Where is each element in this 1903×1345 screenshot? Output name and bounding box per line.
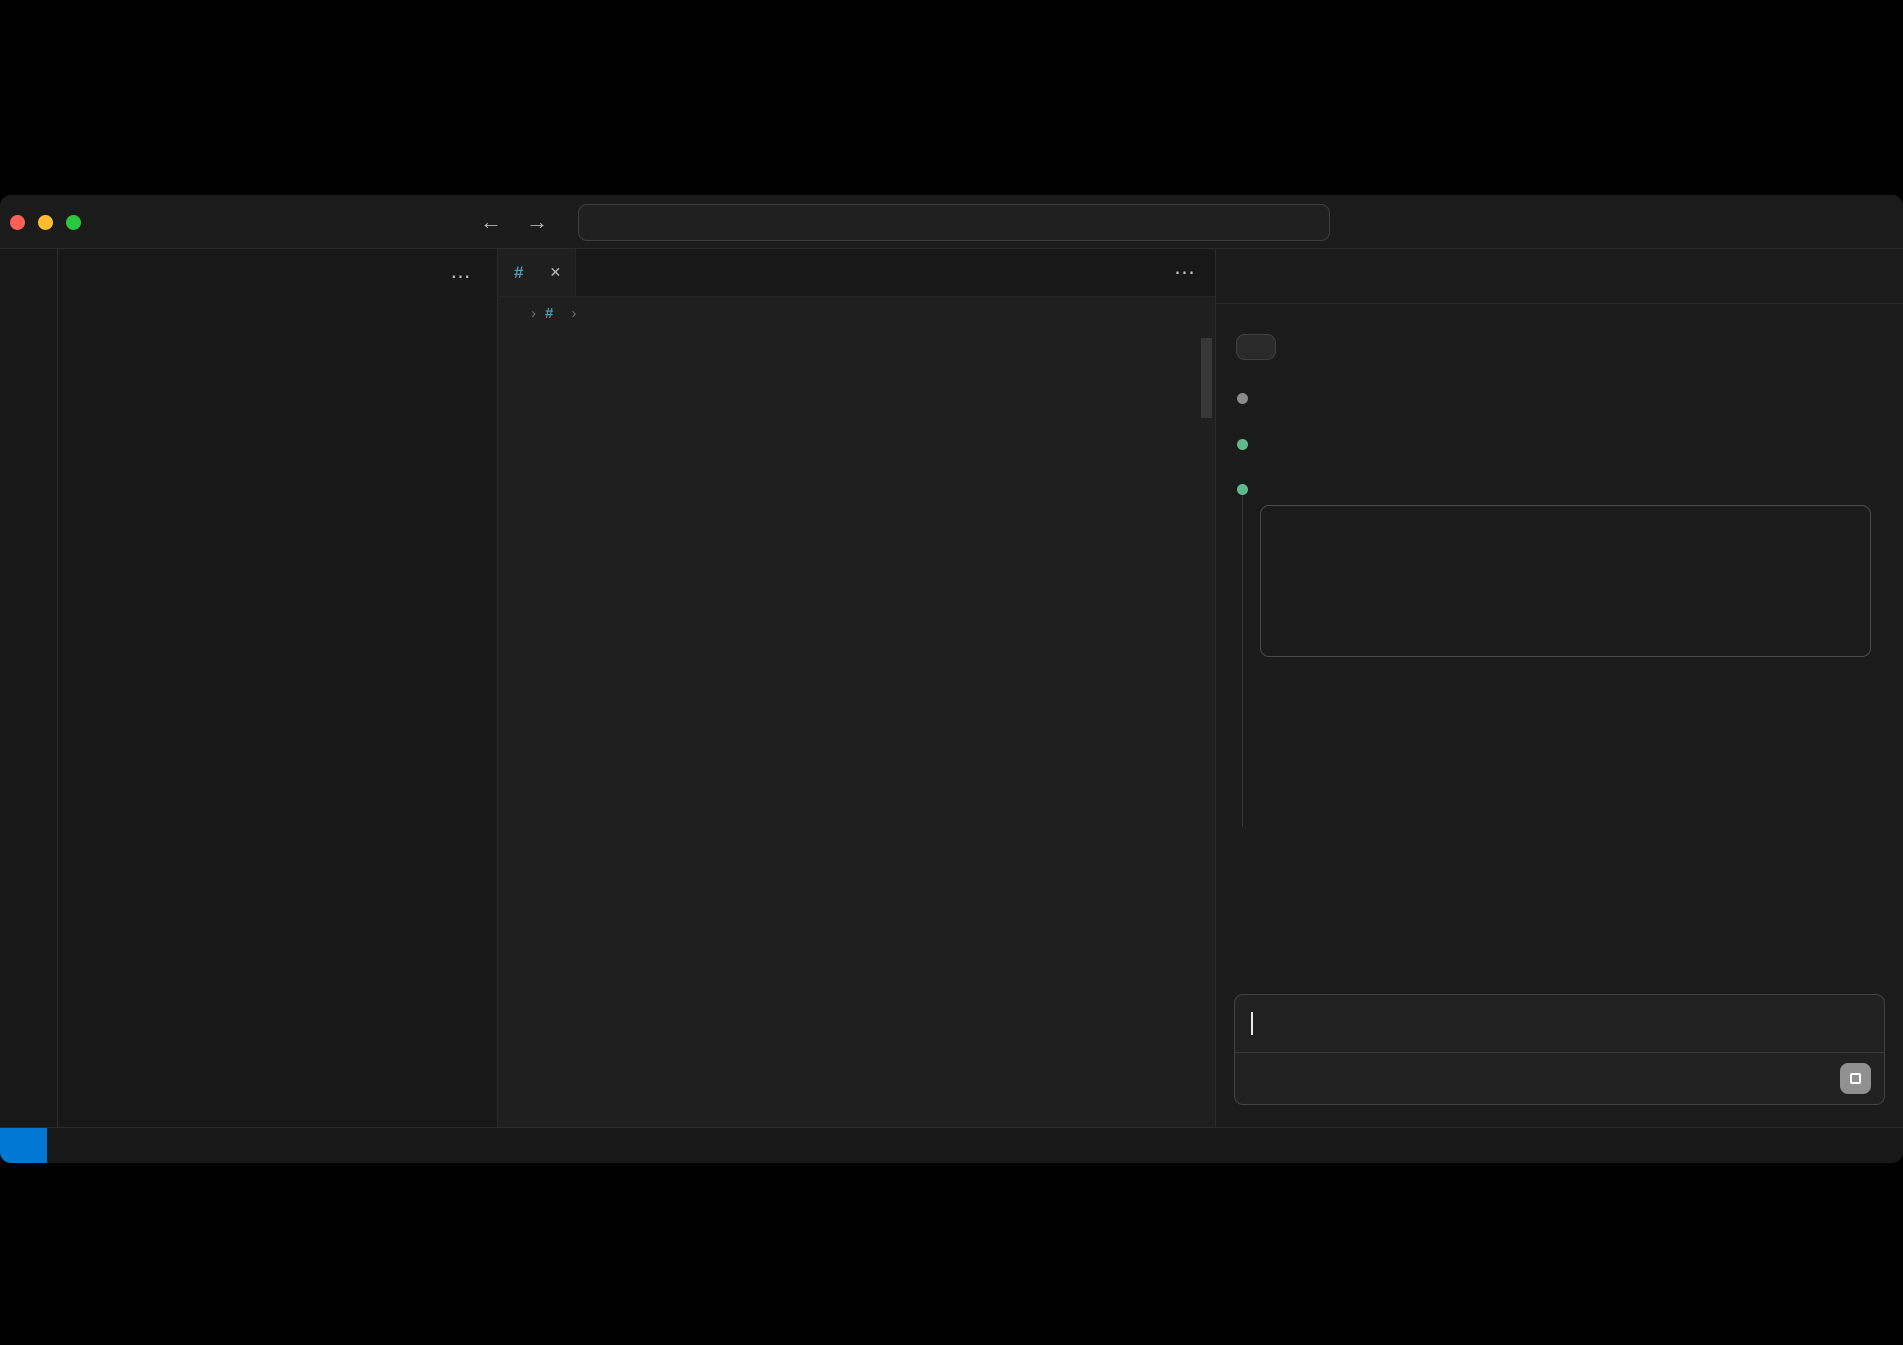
step-dot-icon	[1237, 484, 1248, 495]
workbench: ⋯ # ✕ ⋯	[0, 249, 1903, 1127]
editor-actions: ⋯	[1108, 249, 1215, 296]
tab-appcss[interactable]: # ✕	[498, 249, 576, 296]
chat-input-toolbar	[1235, 1052, 1884, 1104]
chat-input[interactable]	[1235, 995, 1884, 1052]
chevron-right-icon: ›	[531, 305, 536, 322]
css-file-icon: #	[514, 263, 523, 283]
activity-bar	[0, 249, 58, 1127]
layout-controls	[1820, 195, 1889, 249]
editor-scrollbar[interactable]	[1201, 338, 1212, 418]
chat-thread	[1216, 304, 1903, 994]
traffic-lights	[10, 195, 81, 249]
command-center-search[interactable]	[578, 204, 1330, 241]
history-nav: ← →	[480, 195, 548, 249]
assistant-reply-row	[1236, 393, 1883, 404]
maximize-window-button[interactable]	[66, 215, 81, 230]
screen: ← → ⋯	[0, 0, 1903, 1345]
status-bar	[0, 1127, 1903, 1163]
remote-indicator[interactable]	[0, 1128, 47, 1163]
diff-preview[interactable]	[1260, 505, 1871, 657]
editor-group: # ✕ ⋯ › # ›	[498, 249, 1215, 1127]
back-button[interactable]: ←	[480, 209, 502, 235]
write-step-row[interactable]	[1236, 484, 1883, 495]
assistant-panel	[1215, 249, 1903, 1127]
editor-more-icon[interactable]: ⋯	[1174, 260, 1195, 285]
breadcrumb[interactable]: › # ›	[498, 297, 1215, 330]
chat-input-container	[1234, 994, 1885, 1105]
assistant-panel-header	[1216, 249, 1903, 304]
titlebar: ← →	[0, 195, 1903, 249]
file-tree	[58, 303, 497, 1127]
step-dot-icon	[1237, 439, 1248, 450]
close-tab-icon[interactable]: ✕	[549, 264, 561, 281]
stop-button[interactable]	[1840, 1063, 1871, 1094]
timeline-connector	[1242, 490, 1243, 826]
explorer-header: ⋯	[58, 249, 497, 303]
step-dot-icon	[1237, 393, 1248, 404]
css-file-icon: #	[545, 305, 553, 322]
minimize-window-button[interactable]	[38, 215, 53, 230]
code-editor[interactable]	[498, 330, 1215, 1127]
user-message-bubble	[1236, 334, 1276, 360]
tab-strip: # ✕ ⋯	[498, 249, 1215, 297]
vscode-window: ← → ⋯	[0, 195, 1903, 1163]
stop-icon	[1850, 1073, 1861, 1084]
close-window-button[interactable]	[10, 215, 25, 230]
explorer-sidebar: ⋯	[58, 249, 498, 1127]
read-step-row[interactable]	[1236, 439, 1883, 450]
chevron-right-icon: ›	[571, 305, 576, 322]
forward-button[interactable]: →	[526, 209, 548, 235]
text-cursor	[1251, 1012, 1253, 1035]
explorer-more-icon[interactable]: ⋯	[451, 264, 472, 289]
